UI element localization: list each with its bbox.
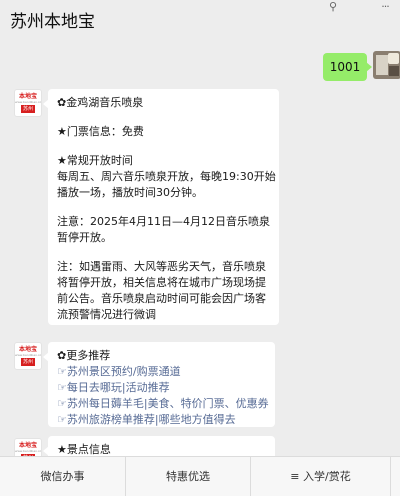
message-line: ★常规开放时间: [57, 154, 133, 167]
menu-school-flowers[interactable]: ≡ 入学/赏花: [250, 457, 390, 496]
message-line: 前公告。音乐喷泉启动时间可能会因广场客: [57, 292, 266, 305]
link-daily-activities[interactable]: ☞每日去哪玩|活动推荐: [57, 380, 266, 396]
bottom-menu: 微信办事 特惠优选 ≡ 入学/赏花: [0, 456, 400, 496]
avatar-url: www.bendibao.com: [15, 449, 42, 453]
avatar-url: www.bendibao.com: [15, 353, 42, 357]
bot-avatar[interactable]: 本地宝 www.bendibao.com 苏州: [14, 438, 42, 456]
avatar-brand: 本地宝: [18, 346, 37, 353]
avatar-city-tag: 苏州: [21, 358, 35, 366]
message-line: 注：如遇雷雨、大风等恶劣天气，音乐喷泉: [57, 260, 266, 273]
bot-avatar[interactable]: 本地宝 www.bendibao.com 苏州: [14, 342, 42, 370]
more-icon[interactable]: ···: [378, 0, 392, 14]
message-line: ✿金鸡湖音乐喷泉: [57, 96, 144, 109]
message-line: ★门票信息：免费: [57, 125, 144, 138]
message-line: 暂停开放。: [57, 231, 112, 244]
recommend-title: ✿更多推荐: [57, 349, 111, 362]
chat-title: 苏州本地宝: [10, 12, 95, 32]
outgoing-message[interactable]: 1001: [323, 53, 372, 81]
avatar-brand: 本地宝: [18, 93, 37, 100]
avatar-brand: 本地宝: [18, 442, 37, 449]
avatar-city-tag: 苏州: [21, 105, 35, 113]
incoming-message[interactable]: ★景点信息: [43, 436, 275, 456]
link-daily-deals[interactable]: ☞苏州每日薅羊毛|美食、特价门票、优惠券: [57, 396, 269, 412]
message-line: 注意：2025年4月11日—4月12日音乐喷泉: [57, 215, 270, 228]
message-line: 将暂停开放，相关信息将在城市广场现场提: [57, 276, 266, 289]
incoming-message[interactable]: ✿金鸡湖音乐喷泉 ★门票信息：免费 ★常规开放时间 每周五、周六音乐喷泉开放，每…: [43, 89, 279, 325]
link-travel-ranking[interactable]: ☞苏州旅游榜单推荐|哪些地方值得去: [57, 412, 266, 428]
incoming-message[interactable]: ✿更多推荐 ☞苏州景区预约/购票通道 ☞每日去哪玩|活动推荐 ☞苏州每日薅羊毛|…: [43, 342, 275, 428]
menu-special-offers[interactable]: 特惠优选: [125, 457, 250, 496]
message-line: 流预警情况进行微调: [57, 308, 156, 321]
chat-header: 苏州本地宝 ⚲ ···: [0, 0, 400, 40]
avatar-url: www.bendibao.com: [15, 100, 42, 104]
scenic-info-title: ★景点信息: [57, 443, 111, 456]
pin-icon[interactable]: ⚲: [326, 0, 340, 14]
message-line: 每周五、周六音乐喷泉开放，每晚19:30开始: [57, 170, 276, 183]
menu-wechat-services[interactable]: 微信办事: [0, 457, 125, 496]
message-line: 播放一场，播放时间30分钟。: [57, 186, 203, 199]
menu-edge: [390, 457, 400, 496]
bot-avatar[interactable]: 本地宝 www.bendibao.com 苏州: [14, 89, 42, 117]
user-avatar[interactable]: [373, 51, 400, 79]
message-list[interactable]: 1001 本地宝 www.bendibao.com 苏州 ✿金鸡湖音乐喷泉 ★门…: [0, 40, 400, 456]
link-scenic-booking[interactable]: ☞苏州景区预约/购票通道: [57, 364, 266, 380]
